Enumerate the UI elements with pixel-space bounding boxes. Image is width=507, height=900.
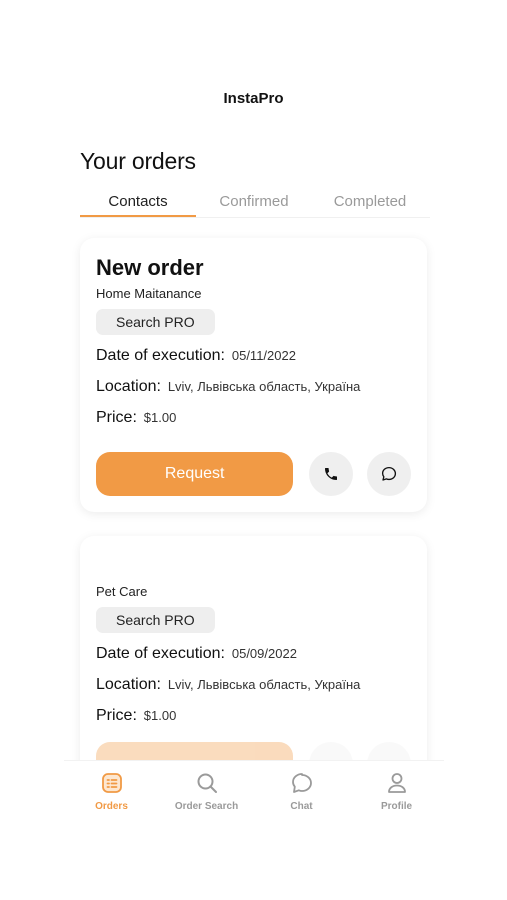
price-label: Price: bbox=[96, 707, 137, 724]
order-tabs: Contacts Confirmed Completed bbox=[80, 186, 430, 218]
orders-icon bbox=[101, 773, 122, 793]
order-actions: Request bbox=[96, 452, 411, 496]
location-label: Location: bbox=[96, 676, 161, 693]
date-value: 05/09/2022 bbox=[231, 646, 297, 661]
location-row: Location: Lviv, Львівська область, Украї… bbox=[96, 674, 411, 695]
order-title bbox=[96, 552, 411, 580]
bottom-nav: Orders Order Search Chat Profile bbox=[64, 760, 444, 820]
price-value: $1.00 bbox=[143, 410, 177, 425]
nav-item-chat[interactable]: Chat bbox=[257, 771, 347, 812]
date-label: Date of execution: bbox=[96, 645, 225, 662]
message-button[interactable] bbox=[367, 452, 411, 496]
search-icon bbox=[197, 773, 217, 793]
location-row: Location: Lviv, Львівська область, Украї… bbox=[96, 376, 411, 397]
nav-item-profile[interactable]: Profile bbox=[352, 771, 442, 812]
phone-icon bbox=[325, 468, 338, 480]
price-label: Price: bbox=[96, 409, 137, 426]
location-value: Lviv, Львівська область, Україна bbox=[167, 379, 361, 394]
location-value: Lviv, Львівська область, Україна bbox=[167, 677, 361, 692]
date-row: Date of execution: 05/11/2022 bbox=[96, 345, 411, 366]
tab-completed[interactable]: Completed bbox=[312, 186, 428, 217]
price-row: Price: $1.00 bbox=[96, 407, 411, 428]
page-title: Your orders bbox=[80, 148, 196, 174]
profile-icon bbox=[387, 773, 406, 793]
request-button[interactable]: Request bbox=[96, 452, 294, 496]
price-row: Price: $1.00 bbox=[96, 705, 411, 726]
order-title: New order bbox=[96, 255, 204, 280]
nav-item-orders[interactable]: Orders bbox=[67, 771, 157, 812]
order-category: Pet Care bbox=[96, 584, 148, 599]
date-value: 05/11/2022 bbox=[231, 348, 296, 363]
order-category: Home Maitanance bbox=[96, 286, 202, 301]
nav-label-profile: Profile bbox=[380, 801, 413, 812]
call-button[interactable] bbox=[309, 452, 354, 496]
chat-bubble-icon bbox=[382, 466, 397, 481]
nav-label-orders: Orders bbox=[95, 801, 128, 812]
nav-label-chat: Chat bbox=[290, 801, 313, 812]
date-row: Date of execution: 05/09/2022 bbox=[96, 643, 411, 664]
tab-contacts[interactable]: Contacts bbox=[80, 186, 196, 217]
tab-confirmed[interactable]: Confirmed bbox=[196, 186, 312, 217]
date-label: Date of execution: bbox=[96, 347, 225, 364]
status-badge: Search PRO bbox=[96, 607, 215, 633]
location-label: Location: bbox=[96, 378, 161, 395]
app-title: InstaPro bbox=[223, 90, 284, 107]
price-value: $1.00 bbox=[143, 708, 177, 723]
status-badge: Search PRO bbox=[96, 309, 215, 335]
order-card[interactable]: Pet Care Search PRO Date of execution: 0… bbox=[80, 536, 427, 786]
nav-label-order-search: Order Search bbox=[174, 801, 239, 812]
order-card[interactable]: New order Home Maitanance Search PRO Dat… bbox=[80, 238, 427, 512]
nav-item-order-search[interactable]: Order Search bbox=[162, 771, 252, 812]
chat-icon bbox=[291, 773, 312, 793]
